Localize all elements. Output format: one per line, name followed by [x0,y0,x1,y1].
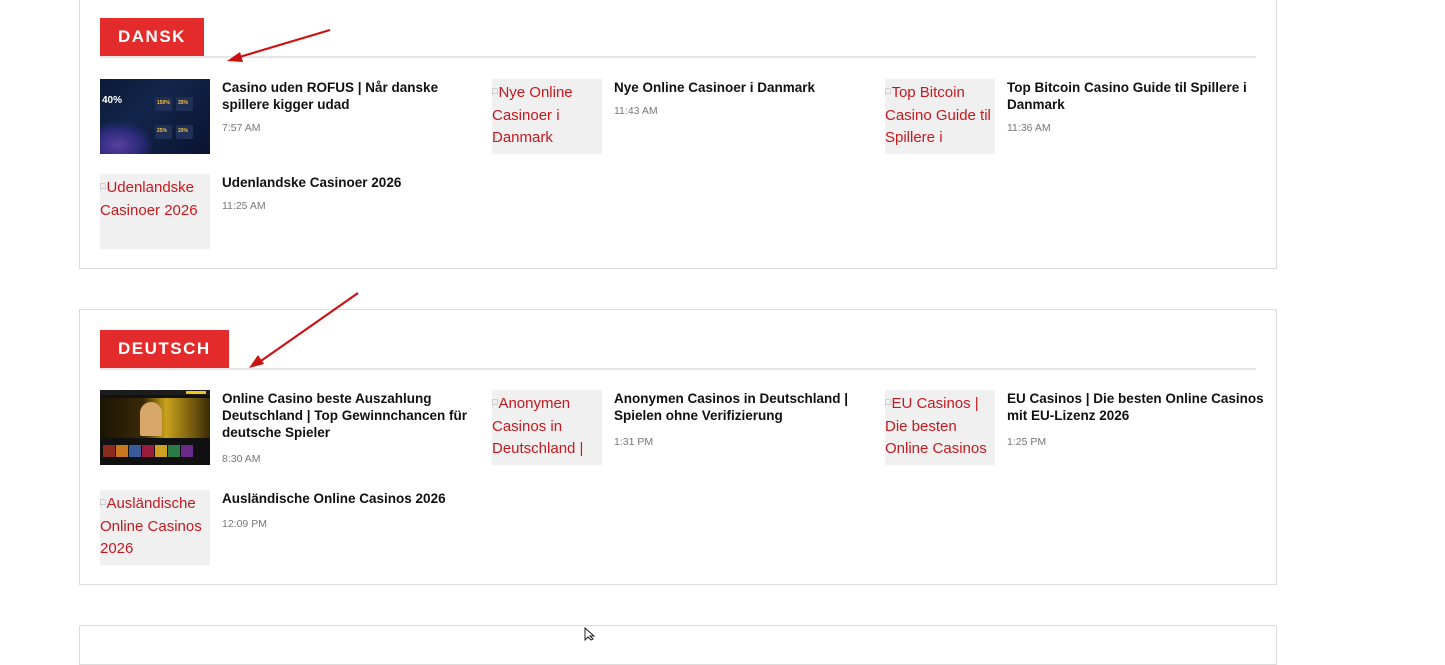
image-alt-text: Ausländische Online Casinos 2026 [100,490,210,561]
post-item[interactable]: Nye Online Casinoer i Danmark Nye Online… [492,79,872,159]
post-title-link[interactable]: Anonymen Casinos in Deutschland | Spiele… [614,390,874,424]
post-item[interactable]: EU Casinos | Die besten Online Casinos m… [885,390,1265,470]
post-thumbnail-broken[interactable]: Udenlandske Casinoer 2026 [100,174,210,249]
post-thumbnail-broken[interactable]: Ausländische Online Casinos 2026 [100,490,210,565]
post-item[interactable]: Anonymen Casinos in Deutschland | Spiele… [492,390,872,470]
post-time: 11:43 AM [614,105,658,117]
category-header: DANSK [100,18,1256,58]
category-section-deutsch: DEUTSCH Online Casino beste Auszahlung D… [79,309,1277,585]
post-thumbnail[interactable]: 40% 150% 35% 25% 20% [100,79,210,154]
category-section-dansk: DANSK 40% 150% 35% 25% 20% Casino uden R… [79,0,1277,269]
post-title-link[interactable]: Top Bitcoin Casino Guide til Spillere i … [1007,79,1267,113]
image-alt-text: EU Casinos | Die besten Online Casinos m… [885,390,995,465]
post-time: 8:30 AM [222,453,261,465]
post-thumbnail[interactable] [100,390,210,465]
post-time: 11:25 AM [222,200,266,212]
category-header: DEUTSCH [100,330,1256,370]
image-alt-text: Anonymen Casinos in Deutschland | Spiele… [492,390,602,465]
post-item[interactable]: Top Bitcoin Casino Guide til Spillere i … [885,79,1265,159]
post-title-link[interactable]: Udenlandske Casinoer 2026 [222,174,482,191]
image-alt-text: Nye Online Casinoer i Danmark [492,79,602,150]
post-time: 11:36 AM [1007,122,1051,134]
post-item[interactable]: Ausländische Online Casinos 2026 Ausländ… [100,490,480,570]
image-alt-text: Udenlandske Casinoer 2026 [100,174,210,222]
post-thumbnail-broken[interactable]: EU Casinos | Die besten Online Casinos m… [885,390,995,465]
post-item[interactable]: 40% 150% 35% 25% 20% Casino uden ROFUS |… [100,79,480,159]
post-title-link[interactable]: Online Casino beste Auszahlung Deutschla… [222,390,482,441]
category-label-deutsch[interactable]: DEUTSCH [100,330,229,368]
post-thumbnail-broken[interactable]: Anonymen Casinos in Deutschland | Spiele… [492,390,602,465]
post-time: 1:25 PM [1007,436,1047,448]
post-item[interactable]: Udenlandske Casinoer 2026 Udenlandske Ca… [100,174,480,254]
post-thumbnail-broken[interactable]: Top Bitcoin Casino Guide til Spillere i … [885,79,995,154]
category-label-dansk[interactable]: DANSK [100,18,204,56]
post-item[interactable]: Online Casino beste Auszahlung Deutschla… [100,390,480,470]
post-time: 1:31 PM [614,436,654,448]
image-alt-text: Top Bitcoin Casino Guide til Spillere i … [885,79,995,154]
category-section-next [79,625,1277,665]
post-thumbnail-broken[interactable]: Nye Online Casinoer i Danmark [492,79,602,154]
post-title-link[interactable]: Nye Online Casinoer i Danmark [614,79,874,96]
post-time: 12:09 PM [222,518,267,530]
post-time: 7:57 AM [222,122,261,134]
post-title-link[interactable]: Ausländische Online Casinos 2026 [222,490,482,507]
post-title-link[interactable]: EU Casinos | Die besten Online Casinos m… [1007,390,1267,424]
post-title-link[interactable]: Casino uden ROFUS | Når danske spillere … [222,79,482,113]
